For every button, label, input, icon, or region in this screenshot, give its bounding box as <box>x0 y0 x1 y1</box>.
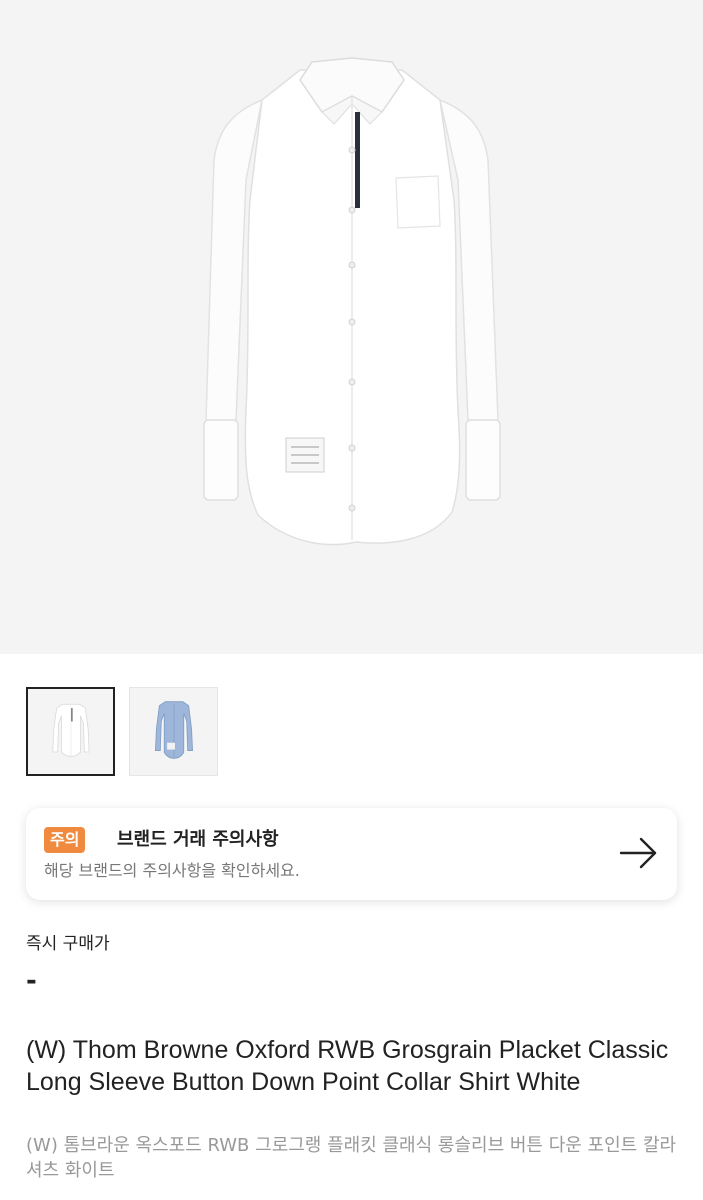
product-title-en: (W) Thom Browne Oxford RWB Grosgrain Pla… <box>26 1036 669 1096</box>
brand-notice-card[interactable]: 주의 브랜드 거래 주의사항 해당 브랜드의 주의사항을 확인하세요. <box>26 808 677 900</box>
thumbnail-list <box>26 687 218 776</box>
notice-subtitle: 해당 브랜드의 주의사항을 확인하세요. <box>44 861 300 880</box>
white-shirt-thumbnail <box>52 703 90 757</box>
white-shirt-image <box>203 57 501 546</box>
thumbnail-blue-shirt[interactable] <box>129 687 218 776</box>
instant-buy-price-value: - <box>26 966 37 996</box>
thumbnail-white-shirt[interactable] <box>26 687 115 776</box>
instant-buy-price-label: 즉시 구매가 <box>26 934 110 954</box>
notice-badge: 주의 <box>44 827 86 853</box>
notice-title: 브랜드 거래 주의사항 <box>117 829 279 850</box>
product-title-ko: (W) 톰브라운 옥스포드 RWB 그로그랭 플래킷 클래식 롱슬리브 버튼 다… <box>26 1135 677 1181</box>
arrow-right-icon[interactable] <box>619 836 659 870</box>
product-main-image[interactable] <box>0 0 703 654</box>
blue-shirt-thumbnail <box>155 701 193 759</box>
